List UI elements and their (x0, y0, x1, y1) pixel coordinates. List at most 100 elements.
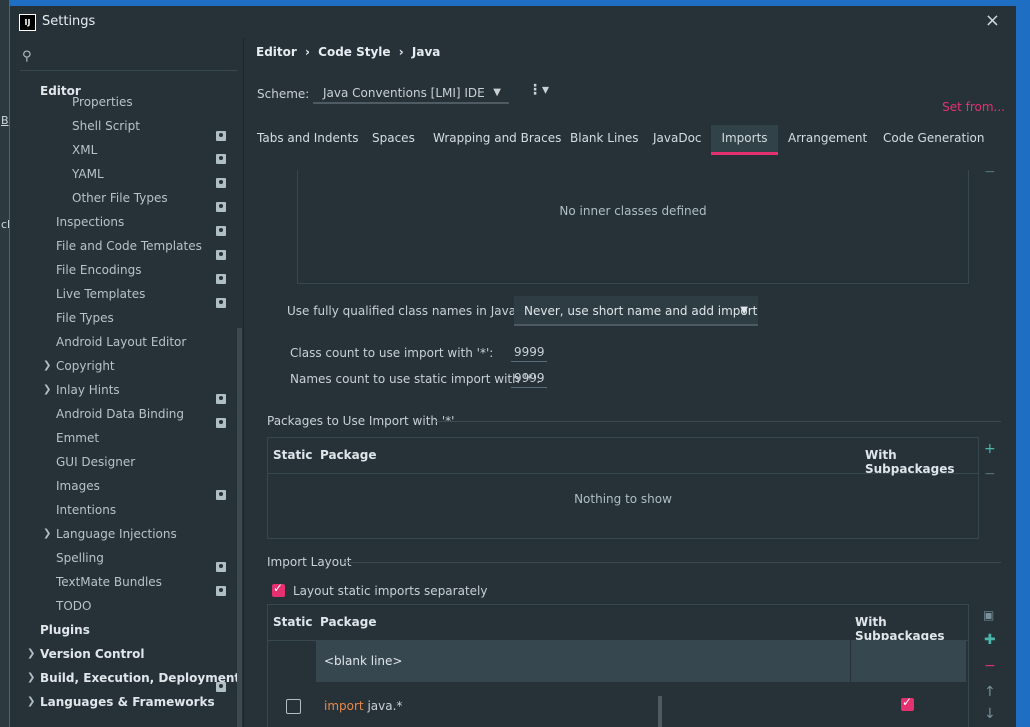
tree-item-android-layout-editor[interactable]: Android Layout Editor (56, 331, 186, 353)
tree-item-copyright[interactable]: ❯ Copyright (43, 355, 115, 377)
add-icon[interactable]: + (984, 441, 996, 457)
remove-icon[interactable]: − (984, 658, 996, 674)
fq-classnames-label: Use fully qualified class names in JavaD… (287, 304, 544, 318)
col-with-subpackages[interactable]: With Subpackages (855, 615, 968, 643)
col-with-subpackages[interactable]: With Subpackages (865, 448, 978, 476)
tree-item-shell-script[interactable]: Shell Script (72, 115, 140, 137)
remove-icon[interactable]: − (984, 466, 996, 482)
tree-item-gui-designer[interactable]: GUI Designer (56, 451, 135, 473)
close-button[interactable]: × (985, 10, 1000, 31)
project-scope-icon (216, 490, 226, 500)
import-layout-header: Static Package With Subpackages (268, 605, 968, 643)
tree-item-inspections[interactable]: Inspections (56, 211, 124, 233)
import-layout-table: Static Package With Subpackages <blank l… (267, 604, 969, 727)
static-checkbox[interactable] (286, 699, 301, 714)
import-keyword: import (324, 699, 364, 713)
tree-item-other-file-types[interactable]: Other File Types (72, 187, 168, 209)
tree-item-version-control[interactable]: ❯ Version Control (27, 643, 145, 665)
tree-item-plugins[interactable]: Plugins (40, 619, 90, 641)
tree-item-intentions[interactable]: Intentions (56, 499, 116, 521)
expand-arrow-icon[interactable]: ❯ (43, 379, 51, 401)
tab-arrangement[interactable]: Arrangement (788, 125, 868, 155)
tab-wrapping-braces[interactable]: Wrapping and Braces (433, 125, 561, 155)
search-input[interactable]: ⚲ (20, 44, 238, 71)
expand-arrow-icon[interactable]: ❯ (43, 523, 51, 545)
col-package[interactable]: Package (320, 615, 377, 629)
add-package-icon[interactable]: ▣ (983, 608, 994, 622)
tab-tabs-indents[interactable]: Tabs and Indents (257, 125, 358, 155)
horizontal-scrollbar[interactable] (658, 696, 662, 727)
project-scope-icon (216, 178, 226, 188)
expand-arrow-icon[interactable]: ❯ (27, 691, 35, 713)
tree-item-emmet[interactable]: Emmet (56, 427, 99, 449)
breadcrumb-code-style[interactable]: Code Style (318, 45, 390, 59)
breadcrumb-separator: › (305, 45, 310, 59)
set-from-link[interactable]: Set from... (942, 100, 1005, 114)
col-package[interactable]: Package (320, 448, 377, 462)
table-row[interactable]: <blank line> (316, 640, 966, 682)
project-scope-icon (216, 586, 226, 596)
project-scope-icon (216, 131, 226, 141)
package-cell: <blank line> (316, 640, 851, 682)
project-scope-icon (216, 418, 226, 428)
project-scope-icon (216, 154, 226, 164)
layout-static-checkbox[interactable] (272, 581, 285, 597)
move-up-icon[interactable]: ↑ (984, 684, 996, 700)
add-icon[interactable]: ✚ (984, 632, 996, 648)
sidebar-scrollbar[interactable] (237, 328, 242, 727)
names-count-input[interactable]: 9999 (511, 368, 547, 388)
breadcrumb-separator: › (398, 45, 404, 59)
tree-item-properties[interactable]: Properties (72, 91, 133, 113)
class-count-input[interactable]: 9999 (511, 342, 547, 362)
tree-item-todo[interactable]: TODO (56, 595, 91, 617)
tab-code-generation[interactable]: Code Generation (883, 125, 1013, 155)
tree-item-images[interactable]: Images (56, 475, 100, 497)
tree-item-file-types[interactable]: File Types (56, 307, 114, 329)
dropdown-caret-icon: ▼ (493, 87, 501, 98)
packages-section-title: Packages to Use Import with '*' (267, 414, 455, 428)
expand-arrow-icon[interactable]: ❯ (27, 667, 35, 689)
breadcrumb-editor[interactable]: Editor (256, 45, 297, 59)
expand-arrow-icon[interactable]: ❯ (43, 355, 51, 377)
window-title: Settings (42, 14, 96, 29)
packages-empty: Nothing to show (574, 492, 672, 506)
fq-classnames-dropdown[interactable]: Never, use short name and add import ▼ (514, 296, 758, 326)
class-count-label: Class count to use import with '*': (290, 346, 494, 360)
expand-arrow-icon[interactable]: ❯ (27, 643, 35, 665)
scheme-actions-icon[interactable]: ⋮▾ (528, 82, 549, 98)
settings-window: IJ Settings × ⚲ Editor Properties Shell … (10, 6, 1016, 727)
tree-item-file-code-templates[interactable]: File and Code Templates (56, 235, 202, 257)
col-static[interactable]: Static (273, 615, 312, 629)
tree-item-inlay-hints[interactable]: ❯ Inlay Hints (43, 379, 120, 401)
blank-line-label: <blank line> (324, 654, 403, 668)
with-subpackages-checkbox[interactable] (901, 695, 914, 711)
tree-item-build[interactable]: ❯ Build, Execution, Deployment (27, 667, 240, 689)
tree-item-languages[interactable]: ❯ Languages & Frameworks (27, 691, 215, 713)
table-row[interactable]: import java.* (324, 699, 402, 713)
tree-item-spelling[interactable]: Spelling (56, 547, 104, 569)
col-static[interactable]: Static (273, 448, 312, 462)
move-down-icon[interactable]: ↓ (984, 706, 996, 722)
remove-icon[interactable]: − (984, 164, 996, 180)
tree-item-textmate-bundles[interactable]: TextMate Bundles (56, 571, 162, 593)
packages-table-header: Static Package With Subpackages (268, 438, 978, 476)
tree-item-android-data-binding[interactable]: Android Data Binding (56, 403, 184, 425)
tab-spaces[interactable]: Spaces (372, 125, 420, 155)
scheme-label: Scheme: (257, 87, 310, 101)
tab-javadoc[interactable]: JavaDoc (653, 125, 703, 155)
tree-item-live-templates[interactable]: Live Templates (56, 283, 145, 305)
breadcrumb: Editor › Code Style › Java (256, 45, 444, 59)
title-bar: IJ Settings × (10, 6, 1016, 38)
tree-item-yaml[interactable]: YAML (72, 163, 104, 185)
tab-imports[interactable]: Imports (711, 125, 778, 155)
tree-item-file-encodings[interactable]: File Encodings (56, 259, 141, 281)
scheme-dropdown[interactable]: Java Conventions [LMI] IDE ▼ (313, 82, 509, 104)
tree-item-xml[interactable]: XML (72, 139, 97, 161)
packages-table: Static Package With Subpackages Nothing … (267, 437, 979, 539)
main-panel: Editor › Code Style › Java Scheme: Java … (243, 38, 1016, 727)
bg-text-b: cl (1, 218, 11, 231)
tab-blank-lines[interactable]: Blank Lines (570, 125, 640, 155)
bg-text-a: B (1, 114, 9, 127)
inner-classes-table: No inner classes defined (297, 170, 969, 284)
tree-item-language-injections[interactable]: ❯ Language Injections (43, 523, 177, 545)
